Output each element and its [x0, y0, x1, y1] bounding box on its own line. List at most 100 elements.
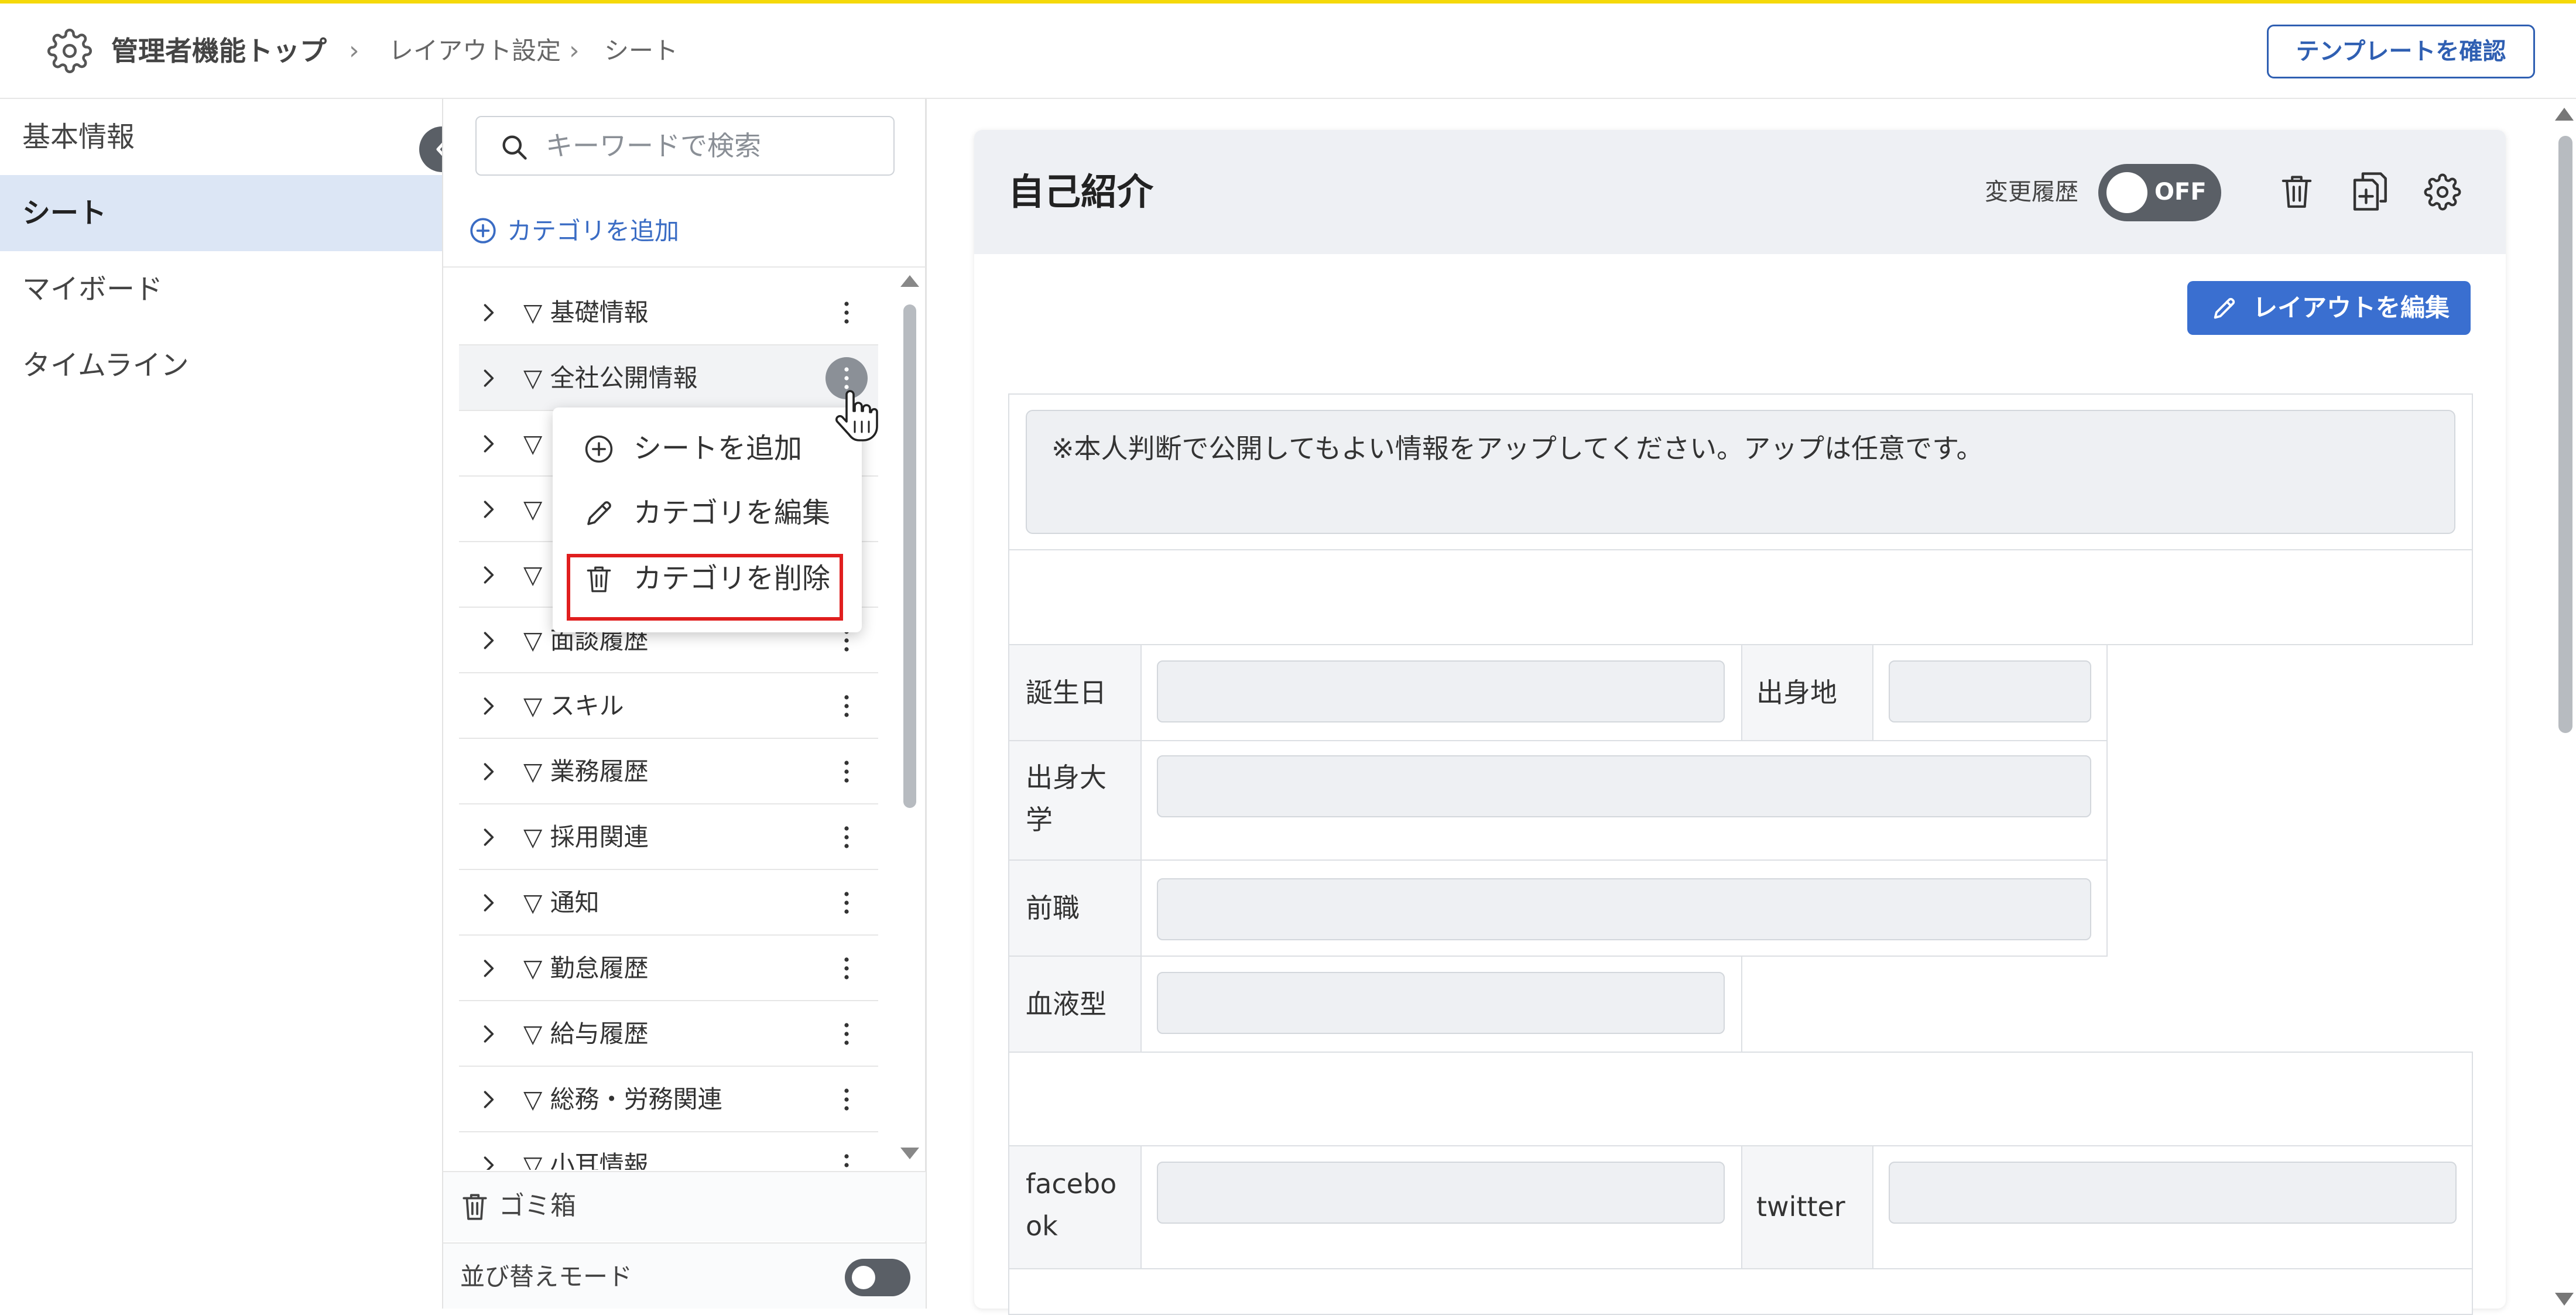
label-birthday: 誕生日: [1026, 677, 1107, 708]
chevron-right-icon[interactable]: [475, 365, 501, 391]
nav-item-timeline[interactable]: タイムライン: [0, 327, 442, 403]
category-label[interactable]: ▽ 通知: [523, 870, 600, 936]
kebab-menu-icon[interactable]: [825, 882, 868, 924]
category-label[interactable]: ▽: [523, 542, 542, 608]
category-label[interactable]: ▽ 小耳情報: [523, 1132, 649, 1170]
search-input[interactable]: [544, 121, 884, 171]
category-label[interactable]: ▽ 業務履歴: [523, 739, 649, 804]
menu-item-edit-category[interactable]: カテゴリを編集: [633, 489, 830, 536]
pencil-icon: [583, 498, 615, 529]
category-row[interactable]: ▽ 給与履歴: [459, 1001, 878, 1067]
category-row[interactable]: ▽ スキル: [459, 673, 878, 739]
category-label[interactable]: ▽ 基礎情報: [523, 280, 649, 345]
scroll-down-arrow[interactable]: [2555, 1293, 2574, 1306]
chevron-right-icon: ›: [349, 36, 359, 66]
category-row[interactable]: ▽ 通知: [459, 870, 878, 936]
chevron-right-icon[interactable]: [475, 956, 501, 981]
hometown-field[interactable]: [1889, 660, 2091, 722]
gear-icon[interactable]: [47, 28, 93, 74]
category-row[interactable]: ▽ 総務・労務関連: [459, 1067, 878, 1132]
university-field[interactable]: [1157, 755, 2091, 817]
kebab-menu-icon[interactable]: [825, 751, 868, 793]
kebab-menu-icon[interactable]: [825, 1078, 868, 1121]
chevron-right-icon[interactable]: [475, 1021, 501, 1047]
category-label[interactable]: ▽ 給与履歴: [523, 1001, 649, 1067]
chevron-right-icon[interactable]: [475, 693, 501, 719]
chevron-right-icon[interactable]: [475, 562, 501, 588]
twitter-field[interactable]: [1889, 1162, 2457, 1224]
kebab-menu-icon[interactable]: [825, 947, 868, 989]
category-label[interactable]: ▽: [523, 477, 542, 542]
edit-layout-label[interactable]: レイアウトを編集: [2253, 281, 2450, 335]
category-label[interactable]: ▽ 総務・労務関連: [523, 1067, 722, 1132]
main-scroll-thumb[interactable]: [2558, 136, 2572, 733]
copy-sheet-icon[interactable]: [2351, 170, 2387, 213]
chevron-right-icon[interactable]: [475, 890, 501, 916]
chevron-right-icon[interactable]: [475, 300, 501, 326]
sheet-title: 自己紹介: [1008, 170, 1154, 213]
next-row: [1008, 1268, 2473, 1315]
trash-icon[interactable]: [2279, 172, 2315, 211]
plus-circle-icon[interactable]: [468, 216, 498, 245]
toggle-knob: [2106, 172, 2147, 213]
scroll-down-arrow[interactable]: [900, 1148, 919, 1159]
kebab-menu-icon[interactable]: [825, 1144, 868, 1170]
add-category-link[interactable]: カテゴリを追加: [507, 210, 679, 253]
label-twitter: twitter: [1756, 1191, 1845, 1222]
previous-job-field[interactable]: [1157, 878, 2091, 940]
category-label[interactable]: ▽: [523, 411, 542, 477]
hand-cursor-icon: [834, 386, 881, 447]
kebab-menu-icon[interactable]: [825, 685, 868, 727]
history-label: 変更履歴: [1985, 179, 2078, 206]
label-facebook: facebook: [1026, 1168, 1117, 1242]
nav-item-basic-info[interactable]: 基本情報: [0, 99, 442, 175]
left-nav: 基本情報 シート マイボード タイムライン: [0, 99, 442, 1309]
chevron-right-icon: ›: [569, 36, 580, 66]
category-row[interactable]: ▽ 全社公開情報: [459, 345, 878, 411]
category-row[interactable]: ▽ 採用関連: [459, 804, 878, 870]
trash-label[interactable]: ゴミ箱: [499, 1185, 576, 1227]
category-row[interactable]: ▽ 小耳情報: [459, 1132, 878, 1170]
search-icon: [499, 132, 529, 162]
gear-icon[interactable]: [2424, 173, 2461, 211]
category-label[interactable]: ▽ 勤怠履歴: [523, 936, 649, 1001]
kebab-menu-icon[interactable]: [825, 1013, 868, 1055]
scroll-up-arrow[interactable]: [900, 275, 919, 287]
chevron-right-icon[interactable]: [475, 759, 501, 785]
label-previous-job: 前職: [1026, 892, 1080, 924]
category-label[interactable]: ▽ 全社公開情報: [523, 345, 698, 411]
chevron-right-icon[interactable]: [475, 824, 501, 850]
label-hometown: 出身地: [1756, 677, 1837, 708]
chevron-right-icon[interactable]: [475, 496, 501, 522]
sheet-card-header: [974, 130, 2506, 254]
divider: [443, 266, 926, 268]
nav-item-myboard[interactable]: マイボード: [0, 251, 442, 327]
breadcrumb-layout-settings[interactable]: レイアウト設定: [389, 30, 561, 71]
kebab-menu-icon[interactable]: [825, 292, 868, 334]
chevron-right-icon[interactable]: [475, 1087, 501, 1112]
category-scroll-thumb[interactable]: [903, 304, 916, 808]
facebook-field[interactable]: [1157, 1162, 1725, 1224]
check-template-button[interactable]: テンプレートを確認: [2267, 25, 2535, 78]
notice-text: ※本人判断で公開してもよい情報をアップしてください。アップは任意です。: [1051, 433, 1984, 464]
highlight-box: [567, 554, 843, 621]
scroll-up-arrow[interactable]: [2555, 108, 2574, 121]
category-row[interactable]: ▽ 業務履歴: [459, 739, 878, 804]
label-university: 出身大学: [1026, 762, 1107, 835]
category-row[interactable]: ▽ 勤怠履歴: [459, 936, 878, 1001]
chevron-right-icon[interactable]: [475, 1152, 501, 1170]
blood-type-field[interactable]: [1157, 972, 1725, 1034]
history-toggle-state: OFF: [2154, 179, 2207, 206]
sort-mode-label: 並び替えモード: [460, 1262, 633, 1291]
breadcrumb-admin-top[interactable]: 管理者機能トップ: [111, 30, 327, 71]
chevron-right-icon[interactable]: [475, 628, 501, 653]
menu-item-add-sheet[interactable]: シートを追加: [633, 425, 802, 472]
kebab-menu-icon[interactable]: [825, 816, 868, 858]
chevron-right-icon[interactable]: [475, 431, 501, 457]
category-row[interactable]: ▽ 基礎情報: [459, 280, 878, 345]
nav-item-sheet[interactable]: シート: [0, 175, 442, 251]
plus-circle-icon: [583, 433, 615, 465]
category-label[interactable]: ▽ スキル: [523, 673, 624, 739]
birthday-field[interactable]: [1157, 660, 1725, 722]
category-label[interactable]: ▽ 採用関連: [523, 804, 649, 870]
